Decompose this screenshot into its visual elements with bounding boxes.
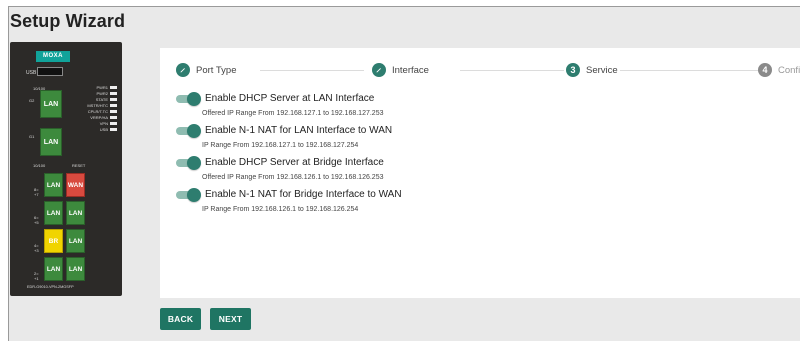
option-title: Enable DHCP Server at LAN Interface — [205, 93, 375, 104]
step-connector — [460, 70, 564, 71]
g1-label: G1 — [29, 134, 35, 139]
reset-label: RESET — [72, 163, 86, 168]
led-indicator — [110, 110, 117, 113]
device-port: LAN — [44, 257, 63, 281]
step-label: Confirm — [778, 64, 800, 76]
step-port-type[interactable]: Port Type — [176, 63, 237, 77]
back-button[interactable]: BACK — [160, 308, 201, 330]
port-row-label: 4= +3 — [34, 243, 39, 253]
led-label: PWR2 — [96, 91, 108, 96]
led-indicator — [110, 116, 117, 119]
speed-label-bottom: 10/100 — [33, 163, 46, 168]
led-label: VRRP/HA — [90, 115, 108, 120]
port-row-label: 2= +1 — [34, 271, 39, 281]
device-port: LAN — [44, 173, 63, 197]
led-indicator — [110, 122, 117, 125]
pencil-icon — [176, 63, 190, 77]
device-port-g1: LAN — [40, 128, 62, 156]
step-confirm[interactable]: 4 Confirm — [758, 63, 800, 77]
device-port: WAN — [66, 173, 85, 197]
option-title: Enable N-1 NAT for LAN Interface to WAN — [205, 125, 393, 136]
port-row-label: 8= +7 — [34, 187, 39, 197]
step-connector — [620, 70, 758, 71]
led-indicator — [110, 98, 117, 101]
option-subtitle: Offered IP Range From 192.168.127.1 to 1… — [202, 110, 384, 117]
page-title: Setup Wizard — [10, 11, 126, 31]
option-subtitle: IP Range From 192.168.126.1 to 192.168.1… — [202, 206, 359, 213]
toggle-switch[interactable] — [176, 91, 201, 106]
usb-port — [37, 67, 63, 76]
led-indicator — [110, 86, 117, 89]
option-dhcp-lan: Enable DHCP Server at LAN Interface Offe… — [176, 91, 384, 117]
led-label: PWR1 — [96, 85, 108, 90]
device-port: LAN — [66, 201, 85, 225]
led-label: MSTR/HTC — [87, 103, 108, 108]
device-port: LAN — [66, 257, 85, 281]
device-model-label: EDR-G9010-VPN-2MGSFP — [27, 285, 74, 289]
wizard-panel: Port Type Interface 3 Service 4 Confirm … — [160, 48, 800, 298]
next-button[interactable]: NEXT — [210, 308, 251, 330]
led-label: CPLR/T.TC — [87, 109, 108, 114]
step-label: Service — [586, 64, 618, 76]
step-connector — [260, 70, 364, 71]
stepper: Port Type Interface 3 Service 4 Confirm — [176, 63, 800, 79]
option-title: Enable N-1 NAT for Bridge Interface to W… — [205, 189, 402, 200]
usb-label: USB — [26, 70, 37, 76]
toggle-switch[interactable] — [176, 155, 201, 170]
step-interface[interactable]: Interface — [372, 63, 429, 77]
option-nat-bridge: Enable N-1 NAT for Bridge Interface to W… — [176, 187, 402, 213]
option-dhcp-bridge: Enable DHCP Server at Bridge Interface O… — [176, 155, 384, 181]
device-port-g2: LAN — [40, 90, 62, 118]
led-indicator — [110, 104, 117, 107]
device-image: MOXA USB 10/100 G2 G1 PWR1 PWR2 STATE MSTR/… — [10, 42, 122, 296]
led-label: VPN — [99, 121, 108, 126]
option-nat-lan: Enable N-1 NAT for LAN Interface to WAN … — [176, 123, 393, 149]
g2-label: G2 — [29, 98, 35, 103]
led-label: STATE — [95, 97, 108, 102]
step-number: 4 — [758, 63, 772, 77]
device-port: LAN — [66, 229, 85, 253]
step-number: 3 — [566, 63, 580, 77]
led-label: USB — [99, 127, 108, 132]
led-indicator — [110, 128, 117, 131]
option-title: Enable DHCP Server at Bridge Interface — [205, 157, 384, 168]
device-logo: MOXA — [36, 51, 70, 62]
step-service[interactable]: 3 Service — [566, 63, 618, 77]
device-port: BR — [44, 229, 63, 253]
option-subtitle: IP Range From 192.168.127.1 to 192.168.1… — [202, 142, 359, 149]
toggle-switch[interactable] — [176, 123, 201, 138]
step-label: Interface — [392, 64, 429, 76]
step-label: Port Type — [196, 64, 237, 76]
device-port: LAN — [44, 201, 63, 225]
port-row-label: 6= +5 — [34, 215, 39, 225]
toggle-switch[interactable] — [176, 187, 201, 202]
pencil-icon — [372, 63, 386, 77]
led-indicator — [110, 92, 117, 95]
option-subtitle: Offered IP Range From 192.168.126.1 to 1… — [202, 174, 384, 181]
